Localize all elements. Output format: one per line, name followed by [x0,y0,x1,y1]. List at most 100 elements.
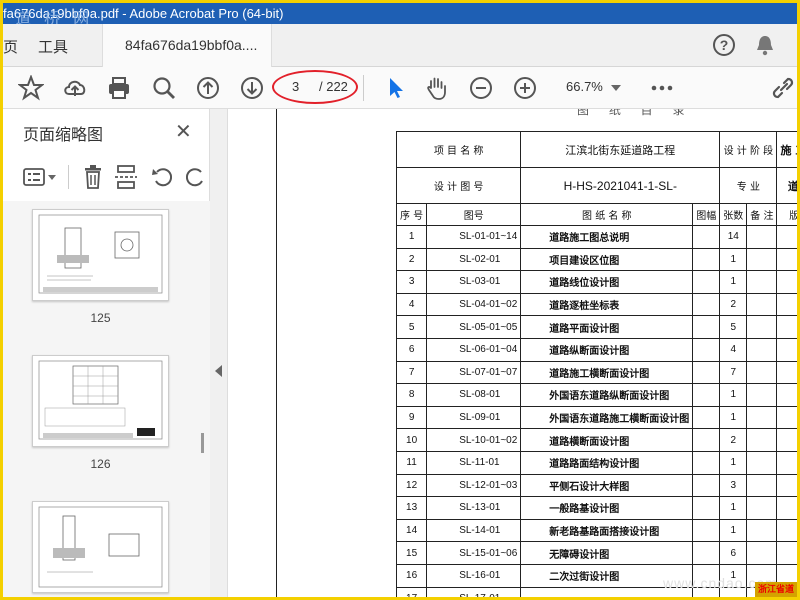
collapse-left-icon[interactable] [215,365,222,377]
revision [776,541,797,565]
watermark-logo: 道 桥 网 [15,9,94,24]
sheet-size [692,225,721,249]
remarks [746,292,778,317]
next-page-icon[interactable] [239,75,265,101]
zoom-in-icon[interactable] [512,75,538,101]
sheet-count: 1 [719,518,748,543]
remarks [746,428,778,452]
row-number: 8 [395,383,428,407]
sheet-size [692,473,721,498]
drawing-code: SL-09-01 [426,405,522,430]
project-name: 江滨北街东延道路工程 [520,131,721,168]
revision [776,270,797,294]
column-header: 版 次 [776,203,797,226]
thumbnail-list: 125 126 [3,201,210,597]
close-icon[interactable]: ✕ [175,119,192,144]
svg-text:?: ? [720,37,729,53]
sheet-count: 2 [719,292,748,317]
trash-icon[interactable] [83,165,103,189]
table-row: 12 SL-12-01~03 平侧石设计大样图 3 [395,473,797,498]
drawing-code: SL-16-01 [426,563,522,588]
drawing-name: 道路施工横断面设计图 [520,360,694,385]
panel-title: 页面缩略图 [23,127,104,144]
sheet-count: 1 [719,496,748,520]
thumbnail-page-number: 125 [90,311,111,325]
rotate-right-icon[interactable] [185,166,207,188]
remarks [746,247,778,272]
revision [776,225,797,249]
link-icon[interactable] [770,75,796,101]
drawing-code: SL-04-01~02 [426,292,522,317]
sheet-title: 图 纸 目 录 [577,109,693,117]
major-label: 专 业 [719,167,778,204]
chevron-down-icon[interactable] [611,85,621,91]
search-icon[interactable] [151,75,177,101]
sheet-count: 2 [719,428,748,452]
page-thumbnail[interactable] [32,501,169,593]
page-number-field[interactable]: 3 / 222 [272,70,358,104]
revision [776,337,797,362]
revision [776,247,797,272]
print-icon[interactable] [106,75,132,101]
page-thumbnails-panel: 页面缩略图 ✕ 125 126 [3,109,210,597]
tab-document[interactable]: 84fa676da19bbf0a.... [102,24,272,67]
drawing-name: 平侧石设计大样图 [520,473,694,498]
remarks [746,405,778,430]
row-number: 10 [395,428,428,452]
project-name-label: 项 目 名 称 [395,131,522,168]
chevron-down-icon[interactable] [48,175,56,180]
thumbnail-scrollbar[interactable] [199,201,208,597]
scrollbar-thumb[interactable] [201,433,204,453]
star-icon[interactable] [18,75,44,101]
thumbnail-options-icon[interactable] [23,168,45,186]
sheet-count: 1 [719,270,748,294]
drawing-name: 无障碍设计图 [520,541,694,565]
remarks [746,315,778,339]
page-thumbnail[interactable] [32,355,169,447]
table-row: 11 SL-11-01 道路路面结构设计图 1 [395,450,797,475]
total-pages-label: / 222 [319,79,348,94]
revision [776,292,797,317]
row-number: 17 [395,586,428,597]
tab-document-label: 84fa676da19bbf0a.... [125,37,258,53]
thumbnail-toolbar [3,157,210,197]
remarks [746,383,778,407]
row-number: 16 [395,563,428,588]
tab-home[interactable]: 页 [3,36,18,57]
select-cursor-icon[interactable] [383,75,409,101]
upload-cloud-icon[interactable] [62,75,88,101]
remarks [746,360,778,385]
drawing-code: SL-01-01~14 [426,225,522,249]
column-header-row: 序 号图号图 纸 名 称图幅张数备 注版 次 [395,203,797,226]
sheet-size [692,450,721,475]
toolbar-divider [363,75,364,101]
zoom-out-icon[interactable] [468,75,494,101]
remarks [746,450,778,475]
previous-page-icon[interactable] [195,75,221,101]
revision [776,360,797,385]
thumbnail-image [38,360,163,440]
drawing-name: 道路横断面设计图 [520,428,694,452]
zoom-level[interactable]: 66.7% [566,79,603,94]
more-options-icon[interactable] [651,85,673,91]
page-thumbnail[interactable] [32,209,169,301]
drawing-code: SL-06-01~04 [426,337,522,362]
sheet-size [692,270,721,294]
bell-icon[interactable] [754,33,776,57]
row-number: 4 [395,292,428,317]
drawing-name: 一般路基设计图 [520,496,694,520]
drawing-name: 道路路面结构设计图 [520,450,694,475]
table-row: 9 SL-09-01 外国语东道路施工横断面设计图 1 [395,405,797,430]
current-page-input[interactable]: 3 [292,79,299,94]
thumbnail-image [38,506,163,588]
document-viewer[interactable]: 图 纸 目 录 项 目 名 称 江滨北街东延道路工程 设 计 阶 段 施 工 图… [228,109,797,597]
tab-tools[interactable]: 工具 [38,36,68,57]
remarks [746,496,778,520]
rotate-left-icon[interactable] [151,166,173,188]
panel-collapse-handle[interactable] [210,109,228,597]
extract-pages-icon[interactable] [115,165,137,189]
row-number: 13 [395,496,428,520]
help-icon[interactable]: ? [712,33,736,57]
watermark-badge: 浙江省道网 [755,582,797,597]
hand-tool-icon[interactable] [424,75,450,101]
